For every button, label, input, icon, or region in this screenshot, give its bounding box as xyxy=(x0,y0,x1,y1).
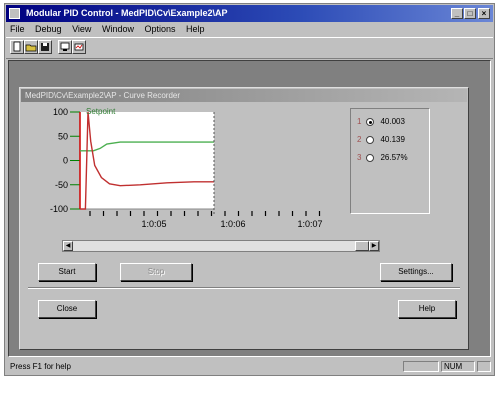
main-window: Modular PID Control - MedPID\Cv\Example2… xyxy=(4,3,495,376)
legend-index: 1 xyxy=(357,117,362,126)
monitor-icon[interactable] xyxy=(58,40,72,54)
window-title: Modular PID Control - MedPID\Cv\Example2… xyxy=(26,8,228,18)
help-button[interactable]: Help xyxy=(398,300,456,318)
close-icon[interactable]: × xyxy=(478,8,490,19)
series-label-setpoint: Setpoint xyxy=(86,108,116,116)
minimize-icon[interactable]: _ xyxy=(451,8,463,19)
legend-item[interactable]: 3 26.57% xyxy=(357,151,425,165)
y-tick-label: 0 xyxy=(63,156,68,166)
curve-recorder-title: MedPID\Cv\Example2\AP - Curve Recorder xyxy=(21,89,467,102)
legend-value: 40.139 xyxy=(380,135,405,144)
radio-icon[interactable] xyxy=(366,153,375,162)
legend-item[interactable]: 2 40.139 xyxy=(357,133,425,147)
legend-panel: 1 40.003 2 40.139 3 26.57% xyxy=(350,108,430,214)
menu-file[interactable]: File xyxy=(6,23,29,36)
curve-recorder-window: MedPID\Cv\Example2\AP - Curve Recorder 1… xyxy=(19,87,469,350)
y-tick-label: -50 xyxy=(55,180,68,190)
toolbar xyxy=(6,37,493,59)
menu-debug[interactable]: Debug xyxy=(31,23,66,36)
open-folder-icon[interactable] xyxy=(24,40,38,54)
y-tick-label: -100 xyxy=(50,204,68,214)
save-icon[interactable] xyxy=(38,40,52,54)
menu-help[interactable]: Help xyxy=(182,23,209,36)
status-bar: Press F1 for help NUM xyxy=(6,360,493,374)
app-icon xyxy=(9,8,20,19)
legend-item[interactable]: 1 40.003 xyxy=(357,115,425,129)
x-tick-label: 1:0:05 xyxy=(141,219,166,229)
start-button[interactable]: Start xyxy=(38,263,96,281)
menu-bar: File Debug View Window Options Help xyxy=(6,23,493,36)
y-tick-label: 100 xyxy=(53,108,68,117)
num-lock-indicator: NUM xyxy=(441,361,475,372)
scroll-right-icon[interactable]: ▶ xyxy=(369,241,379,251)
maximize-icon[interactable]: □ xyxy=(464,8,476,19)
title-bar: Modular PID Control - MedPID\Cv\Example2… xyxy=(6,5,493,22)
scroll-thumb[interactable] xyxy=(355,241,369,251)
mdi-workspace: MedPID\Cv\Example2\AP - Curve Recorder 1… xyxy=(8,60,491,357)
scroll-left-icon[interactable]: ◀ xyxy=(63,241,73,251)
radio-icon[interactable] xyxy=(366,117,375,126)
status-panel-empty xyxy=(477,361,491,372)
chart-panel: 100 50 0 -50 -100 1:0:05 1:0:06 1:0:07 Setpoin… xyxy=(28,107,346,230)
status-panel-empty xyxy=(403,361,439,372)
legend-value: 26.57% xyxy=(380,153,408,162)
settings-button[interactable]: Settings... xyxy=(380,263,452,281)
x-tick-label: 1:0:06 xyxy=(220,219,245,229)
legend-index: 3 xyxy=(357,153,362,162)
status-text: Press F1 for help xyxy=(10,362,71,371)
y-tick-label: 50 xyxy=(58,131,68,141)
curve-chart: 100 50 0 -50 -100 1:0:05 1:0:06 1:0:07 Setpoin… xyxy=(50,107,323,229)
stop-button[interactable]: Stop xyxy=(120,263,192,281)
menu-options[interactable]: Options xyxy=(140,23,179,36)
new-file-icon[interactable] xyxy=(10,40,24,54)
legend-value: 40.003 xyxy=(380,117,405,126)
legend-index: 2 xyxy=(357,135,362,144)
menu-window[interactable]: Window xyxy=(98,23,138,36)
radio-icon[interactable] xyxy=(366,135,375,144)
x-tick-label: 1:0:07 xyxy=(297,219,322,229)
time-scrollbar[interactable]: ◀ ▶ xyxy=(62,240,380,252)
recorder-icon[interactable] xyxy=(72,40,86,54)
close-button[interactable]: Close xyxy=(38,300,96,318)
menu-view[interactable]: View xyxy=(68,23,95,36)
separator xyxy=(28,287,460,289)
